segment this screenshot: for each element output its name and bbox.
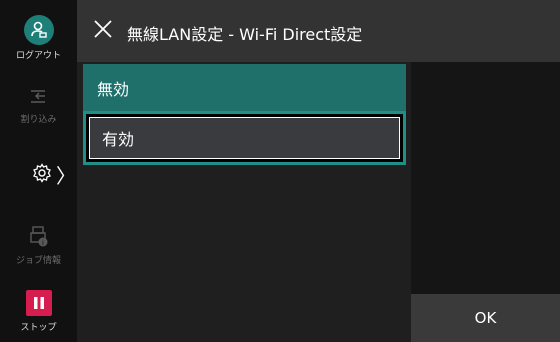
job-info-label: ジョブ情報: [15, 256, 61, 266]
option-disabled[interactable]: 無効: [83, 64, 406, 112]
job-info-icon: i: [29, 226, 47, 247]
gear-icon: [33, 163, 51, 183]
logout-button[interactable]: ログアウト: [0, 15, 77, 61]
option-label: 有効: [102, 130, 135, 149]
interrupt-label: 割り込み: [20, 115, 57, 125]
option-label: 無効: [97, 80, 130, 99]
close-icon[interactable]: [92, 18, 114, 40]
detail-panel: [411, 62, 560, 294]
option-list: 無効 有効: [77, 62, 411, 342]
stop-label: ストップ: [20, 323, 57, 333]
option-enabled-inner: 有効: [89, 117, 400, 159]
interrupt-button[interactable]: 割り込み: [0, 86, 77, 125]
page-title: 無線LAN設定 - Wi-Fi Direct設定: [127, 25, 363, 44]
stop-button[interactable]: ストップ: [0, 290, 77, 333]
svg-text:i: i: [42, 239, 44, 247]
logout-label: ログアウト: [15, 51, 61, 61]
header-bar: 無線LAN設定 - Wi-Fi Direct設定: [77, 0, 560, 62]
job-info-button[interactable]: i ジョブ情報: [0, 225, 77, 266]
sidebar: ログアウト 割り込み 〉 i ジョブ情報 ストップ: [0, 0, 77, 342]
option-enabled[interactable]: 有効: [83, 111, 406, 165]
settings-button[interactable]: 〉: [0, 158, 77, 188]
ok-button[interactable]: OK: [411, 294, 560, 342]
user-icon: [23, 15, 54, 45]
chevron-right-icon: 〉: [56, 164, 76, 188]
pause-icon: [25, 290, 52, 316]
interrupt-icon: [30, 90, 45, 103]
